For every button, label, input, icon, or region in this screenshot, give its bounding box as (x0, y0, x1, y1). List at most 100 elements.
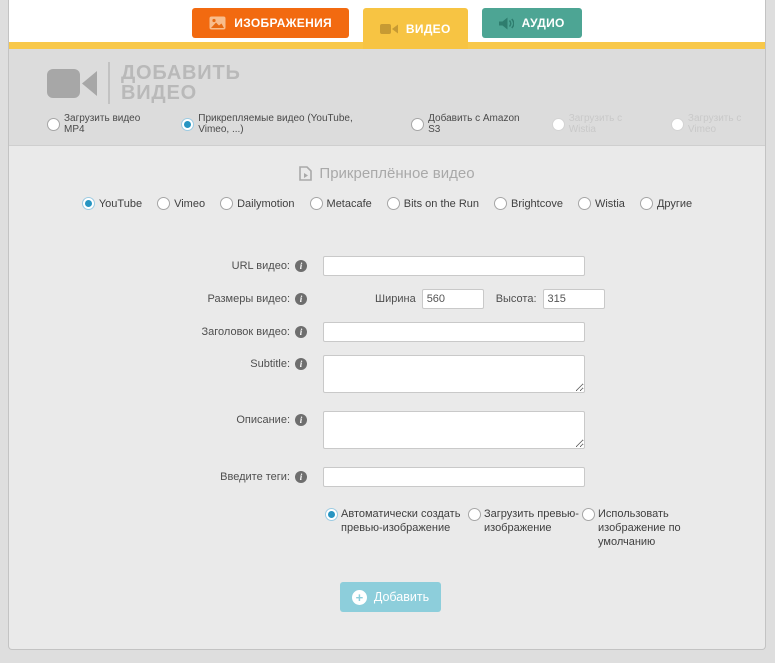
video-source-options: Загрузить видео MP4 Прикрепляемые видео … (47, 113, 765, 135)
preview-option-auto[interactable]: Автоматически создать превью-изображение (325, 507, 468, 549)
provider-options: YouTube Vimeo Dailymotion Metacafe Bits … (9, 197, 765, 210)
subtitle-row: Subtitle: i (9, 355, 765, 393)
preview-option-label: Автоматически создать превью-изображение (341, 507, 468, 535)
source-option-label: Прикрепляемые видео (YouTube, Vimeo, ...… (198, 113, 385, 135)
add-video-header: ДОБАВИТЬ ВИДЕО Загрузить видео MP4 Прикр… (9, 49, 765, 146)
brand-divider (108, 62, 110, 104)
radio-icon (220, 197, 233, 210)
provider-label: Dailymotion (237, 198, 294, 210)
media-type-tabbar: ИЗОБРАЖЕНИЯ ВИДЕО АУДИО (9, 0, 765, 42)
tab-video-label: ВИДЕО (406, 22, 451, 36)
info-icon[interactable]: i (295, 358, 307, 370)
radio-icon (552, 118, 565, 131)
radio-icon (411, 118, 424, 131)
subtitle-label: Subtitle: i (9, 355, 307, 370)
provider-label: YouTube (99, 198, 142, 210)
brand: ДОБАВИТЬ ВИДЕО (47, 60, 765, 106)
source-option-embedded-video[interactable]: Прикрепляемые видео (YouTube, Vimeo, ...… (181, 113, 385, 135)
size-label-text: Размеры видео: (208, 293, 290, 305)
provider-youtube[interactable]: YouTube (82, 197, 142, 210)
video-camera-icon (380, 23, 398, 35)
source-option-label: Загрузить видео MP4 (64, 113, 155, 135)
info-icon[interactable]: i (295, 414, 307, 426)
attached-video-icon (299, 166, 312, 181)
radio-icon (181, 118, 194, 131)
info-icon[interactable]: i (295, 471, 307, 483)
provider-other[interactable]: Другие (640, 197, 692, 210)
radio-icon (325, 508, 338, 521)
width-input[interactable] (422, 289, 484, 309)
tab-video[interactable]: ВИДЕО (363, 8, 468, 49)
radio-icon (640, 197, 653, 210)
url-label-text: URL видео: (232, 260, 290, 272)
add-button-label: Добавить (374, 590, 429, 604)
height-input[interactable] (543, 289, 605, 309)
description-label-text: Описание: (236, 414, 290, 426)
source-option-label: Загрузить с Vimeo (688, 113, 765, 135)
tags-row: Введите теги: i (9, 467, 765, 487)
provider-bits-on-the-run[interactable]: Bits on the Run (387, 197, 479, 210)
tags-label: Введите теги: i (9, 471, 307, 483)
provider-wistia[interactable]: Wistia (578, 197, 625, 210)
subtitle-textarea[interactable] (323, 355, 585, 393)
radio-icon (494, 197, 507, 210)
width-label: Ширина (375, 293, 416, 305)
provider-label: Bits on the Run (404, 198, 479, 210)
size-label: Размеры видео: i (9, 293, 307, 305)
plus-icon: + (352, 590, 367, 605)
description-label: Описание: i (9, 411, 307, 426)
preview-option-label: Использовать изображение по умолчанию (598, 507, 692, 549)
info-icon[interactable]: i (295, 260, 307, 272)
source-option-upload-mp4[interactable]: Загрузить видео MP4 (47, 113, 155, 135)
provider-label: Другие (657, 198, 692, 210)
info-icon[interactable]: i (295, 293, 307, 305)
provider-label: Metacafe (327, 198, 372, 210)
source-option-vimeo: Загрузить с Vimeo (671, 113, 765, 135)
preview-options: Автоматически создать превью-изображение… (325, 507, 765, 549)
provider-brightcove[interactable]: Brightcove (494, 197, 563, 210)
source-option-label: Добавить с Amazon S3 (428, 113, 526, 135)
radio-icon (468, 508, 481, 521)
media-widget-panel: ИЗОБРАЖЕНИЯ ВИДЕО АУДИО (8, 0, 766, 650)
preview-option-upload[interactable]: Загрузить превью-изображение (468, 507, 582, 549)
image-icon (209, 16, 226, 30)
title-label: Заголовок видео: i (9, 326, 307, 338)
preview-option-default[interactable]: Использовать изображение по умолчанию (582, 507, 692, 549)
provider-label: Wistia (595, 198, 625, 210)
source-option-label: Загрузить с Wistia (569, 113, 645, 135)
section-title-label: Прикреплённое видео (319, 165, 474, 182)
title-row: Заголовок видео: i (9, 322, 765, 342)
tags-label-text: Введите теги: (220, 471, 290, 483)
provider-label: Vimeo (174, 198, 205, 210)
radio-icon (310, 197, 323, 210)
tab-images-label: ИЗОБРАЖЕНИЯ (234, 16, 332, 30)
url-label: URL видео: i (9, 260, 307, 272)
description-row: Описание: i (9, 411, 765, 449)
tab-audio[interactable]: АУДИО (482, 8, 582, 38)
height-label: Высота: (496, 293, 537, 305)
page-title: ДОБАВИТЬ ВИДЕО (121, 63, 241, 103)
add-button[interactable]: + Добавить (340, 582, 441, 612)
provider-metacafe[interactable]: Metacafe (310, 197, 372, 210)
tab-images[interactable]: ИЗОБРАЖЕНИЯ (192, 8, 349, 38)
size-row: Размеры видео: i Ширина Высота: (9, 289, 765, 309)
provider-vimeo[interactable]: Vimeo (157, 197, 205, 210)
radio-icon (157, 197, 170, 210)
tab-audio-label: АУДИО (522, 16, 565, 30)
source-option-amazon-s3[interactable]: Добавить с Amazon S3 (411, 113, 526, 135)
radio-icon (47, 118, 60, 131)
title-input[interactable] (323, 322, 585, 342)
url-row: URL видео: i (9, 256, 765, 276)
section-title: Прикреплённое видео (9, 165, 765, 182)
url-input[interactable] (323, 256, 585, 276)
info-icon[interactable]: i (295, 326, 307, 338)
provider-label: Brightcove (511, 198, 563, 210)
preview-option-label: Загрузить превью-изображение (484, 507, 582, 535)
tags-input[interactable] (323, 467, 585, 487)
provider-dailymotion[interactable]: Dailymotion (220, 197, 294, 210)
radio-icon (82, 197, 95, 210)
subtitle-label-text: Subtitle: (250, 358, 290, 370)
description-textarea[interactable] (323, 411, 585, 449)
source-option-wistia: Загрузить с Wistia (552, 113, 645, 135)
audio-speaker-icon (499, 17, 514, 30)
